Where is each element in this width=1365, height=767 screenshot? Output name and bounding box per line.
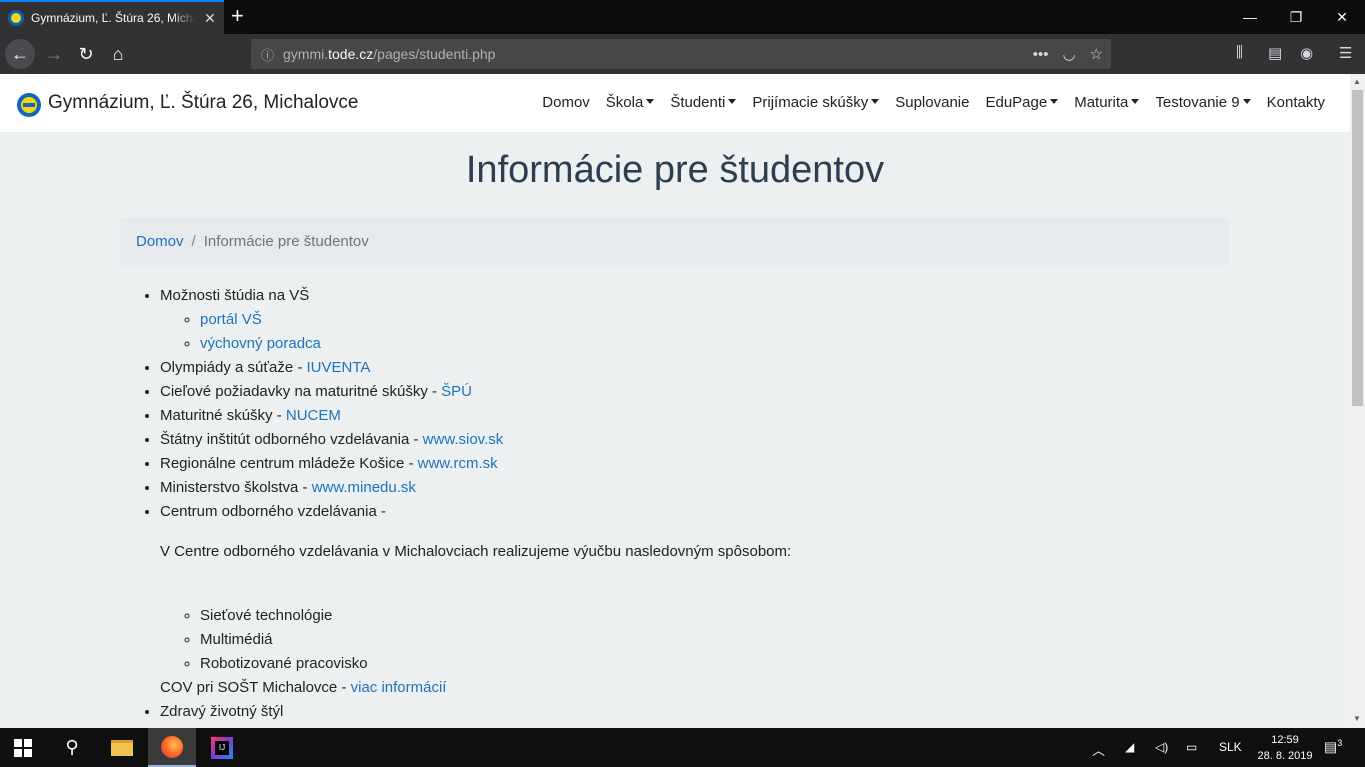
scroll-down-arrow-icon[interactable]: ▼	[1353, 714, 1361, 723]
caret-down-icon	[1242, 99, 1251, 104]
caret-down-icon	[1131, 99, 1140, 104]
menu-item-edupage[interactable]: EduPage	[985, 94, 1059, 111]
minedu-link[interactable]: www.minedu.sk	[312, 479, 416, 496]
menu-item-skola[interactable]: Škola	[606, 94, 655, 111]
windows-start-icon[interactable]	[14, 739, 32, 757]
list-item: Olympiády a súťaže - IUVENTA	[160, 356, 1260, 380]
language-indicator[interactable]: SLK	[1219, 740, 1242, 754]
main-menu: Domov Škola Študenti Prijímacie skúšky S…	[526, 94, 1325, 111]
portal-vs-link[interactable]: portál VŠ	[200, 311, 262, 328]
firefox-taskbar-icon[interactable]	[148, 728, 196, 767]
bookmark-star-icon[interactable]: ☆	[1090, 45, 1103, 63]
school-logo-icon[interactable]	[17, 93, 41, 117]
file-explorer-icon[interactable]	[98, 728, 146, 767]
back-button[interactable]: ←	[5, 39, 35, 69]
network-icon[interactable]: ◢	[1125, 740, 1134, 754]
viac-informacii-link[interactable]: viac informácií	[351, 679, 447, 696]
breadcrumb-separator: /	[191, 233, 196, 250]
sidebar-icon[interactable]: ▤	[1268, 44, 1282, 62]
windows-taskbar: ⚲ IJ ︿ ◢ ◁) ▭ SLK 12:59 28. 8. 2019 ▤3	[0, 728, 1365, 767]
show-hidden-icons-chevron-icon[interactable]: ︿	[1092, 740, 1105, 759]
minimize-window-button[interactable]: —	[1227, 0, 1273, 34]
forward-button[interactable]: →	[40, 40, 68, 68]
url-text: gymmi.tode.cz/pages/studenti.php	[283, 46, 496, 62]
breadcrumb-home-link[interactable]: Domov	[136, 233, 184, 250]
caret-down-icon	[646, 99, 655, 104]
menu-item-kontakty[interactable]: Kontakty	[1267, 94, 1325, 111]
menu-hamburger-icon[interactable]: ☰	[1339, 44, 1352, 62]
pocket-icon[interactable]: ◡	[1062, 45, 1075, 63]
student-info-content: Možnosti štúdia na VŠ portál VŠ výchovný…	[160, 284, 1260, 724]
page-title: Informácie pre študentov	[465, 149, 885, 191]
breadcrumb: Domov / Informácie pre študentov	[120, 218, 1229, 265]
search-icon[interactable]: ⚲	[48, 728, 96, 767]
caret-down-icon	[1050, 99, 1059, 104]
iuventa-link[interactable]: IUVENTA	[307, 359, 371, 376]
site-info-icon[interactable]: ⓘ	[261, 45, 283, 64]
reload-button[interactable]: ↻	[72, 40, 100, 68]
list-item: portál VŠ	[200, 308, 1260, 332]
list-item: Cieľové požiadavky na maturitné skúšky -…	[160, 380, 1260, 404]
list-item: Robotizované pracovisko	[200, 652, 1260, 676]
nucem-link[interactable]: NUCEM	[286, 407, 341, 424]
restore-window-button[interactable]: ❐	[1273, 0, 1319, 34]
tab-title: Gymnázium, Ľ. Štúra 26, Michalovce	[31, 11, 196, 25]
list-item: Sieťové technológie	[200, 604, 1260, 628]
list-item: Multimédiá	[200, 628, 1260, 652]
browser-toolbar: ← → ↻ ⌂ ⓘ gymmi.tode.cz/pages/studenti.p…	[0, 34, 1365, 74]
action-center-icon[interactable]: ▤3	[1324, 738, 1342, 756]
browser-tab-active[interactable]: Gymnázium, Ľ. Štúra 26, Michalovce ✕	[0, 0, 224, 34]
scroll-up-arrow-icon[interactable]: ▲	[1353, 77, 1361, 86]
breadcrumb-current: Informácie pre študentov	[203, 233, 369, 250]
menu-item-domov[interactable]: Domov	[542, 94, 590, 111]
address-bar[interactable]: ⓘ gymmi.tode.cz/pages/studenti.php ••• ◡…	[251, 39, 1111, 69]
volume-icon[interactable]: ◁)	[1155, 740, 1168, 754]
menu-item-testovanie[interactable]: Testovanie 9	[1155, 94, 1251, 111]
list-item: Možnosti štúdia na VŠ portál VŠ výchovný…	[160, 284, 1260, 356]
list-item: Ministerstvo školstva - www.minedu.sk	[160, 476, 1260, 500]
spu-link[interactable]: ŠPÚ	[441, 383, 472, 400]
vychovny-poradca-link[interactable]: výchovný poradca	[200, 335, 321, 352]
list-item: Štátny inštitút odborného vzdelávania - …	[160, 428, 1260, 452]
list-item: Regionálne centrum mládeže Košice - www.…	[160, 452, 1260, 476]
list-item: Centrum odborného vzdelávania - V Centre…	[160, 500, 1260, 700]
battery-icon[interactable]: ▭	[1186, 740, 1197, 754]
new-tab-button[interactable]: +	[231, 4, 244, 28]
taskbar-clock[interactable]: 12:59 28. 8. 2019	[1250, 732, 1320, 764]
menu-item-studenti[interactable]: Študenti	[670, 94, 737, 111]
page-scrollbar[interactable]: ▲ ▼	[1350, 74, 1365, 728]
list-item: Maturitné skúšky - NUCEM	[160, 404, 1260, 428]
list-item: výchovný poradca	[200, 332, 1260, 356]
close-tab-icon[interactable]: ✕	[204, 10, 216, 27]
list-item: Zdravý životný štýl	[160, 700, 1260, 724]
account-icon[interactable]: ◉	[1300, 44, 1313, 62]
library-icon[interactable]: ⫼	[1236, 44, 1243, 61]
caret-down-icon	[871, 99, 880, 104]
site-navbar: Gymnázium, Ľ. Štúra 26, Michalovce Domov…	[0, 74, 1350, 132]
siov-link[interactable]: www.siov.sk	[423, 431, 504, 448]
menu-item-suplovanie[interactable]: Suplovanie	[895, 94, 969, 111]
page-actions-icon[interactable]: •••	[1033, 46, 1049, 63]
site-favicon-icon	[8, 10, 24, 26]
browser-tab-strip: Gymnázium, Ľ. Štúra 26, Michalovce ✕ + —…	[0, 0, 1365, 34]
menu-item-maturita[interactable]: Maturita	[1074, 94, 1140, 111]
cov-footer: COV pri SOŠT Michalovce - viac informáci…	[160, 679, 447, 696]
cov-paragraph: V Centre odborného vzdelávania v Michalo…	[160, 543, 792, 560]
intellij-taskbar-icon[interactable]: IJ	[198, 728, 246, 767]
close-window-button[interactable]: ✕	[1319, 0, 1365, 34]
scrollbar-thumb[interactable]	[1352, 90, 1363, 406]
caret-down-icon	[728, 99, 737, 104]
menu-item-prijimacie-skusky[interactable]: Prijímacie skúšky	[752, 94, 880, 111]
home-button[interactable]: ⌂	[104, 40, 132, 68]
site-brand[interactable]: Gymnázium, Ľ. Štúra 26, Michalovce	[48, 92, 358, 114]
rcm-link[interactable]: www.rcm.sk	[418, 455, 498, 472]
